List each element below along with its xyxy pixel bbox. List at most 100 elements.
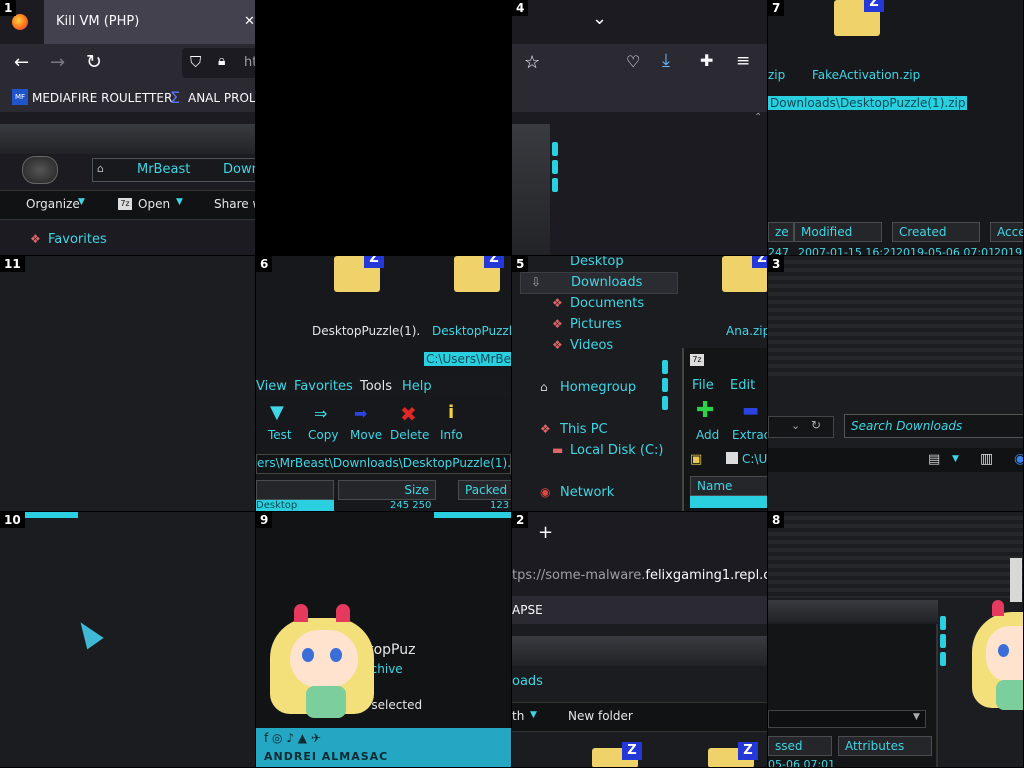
menu-help[interactable]: Help: [402, 379, 432, 394]
share-button[interactable]: th: [512, 709, 524, 723]
help-icon[interactable]: ◉: [1014, 451, 1023, 467]
info-button[interactable]: Info: [440, 428, 463, 442]
new-folder-button[interactable]: New folder: [568, 709, 633, 723]
reload-icon[interactable]: ↻: [86, 51, 102, 73]
breadcrumb-segment-2[interactable]: Down: [223, 162, 255, 177]
tab-list-chevron-icon[interactable]: ⌄: [592, 8, 607, 29]
info-icon: i: [448, 402, 455, 423]
share-button[interactable]: Share w: [214, 197, 255, 211]
row-selected[interactable]: [690, 496, 767, 508]
column-packed[interactable]: Packed S: [458, 480, 511, 500]
url-bar[interactable]: ⛉ 🔒︎ ht: [182, 48, 255, 78]
new-tab-icon[interactable]: +: [538, 522, 553, 543]
copy-button[interactable]: Copy: [308, 428, 338, 442]
social-icons: f ◎ ♪ ▲ ✈: [264, 731, 321, 745]
archive-path: ers\MrBeast\Downloads\DesktopPuzzle(1).z…: [257, 456, 511, 470]
nav-documents[interactable]: Documents: [570, 296, 644, 311]
breadcrumb-segment-2[interactable]: oads: [512, 674, 543, 689]
menu-icon[interactable]: ≡: [736, 51, 750, 71]
character-sticker: [972, 598, 1023, 714]
sevenzip-pathbar[interactable]: ers\MrBeast\Downloads\DesktopPuzzle(1).z…: [256, 454, 511, 474]
test-button[interactable]: Test: [268, 428, 292, 442]
firefox-icon: [12, 14, 28, 30]
add-button[interactable]: Add: [696, 428, 719, 442]
tile-blank: [256, 0, 511, 255]
bookmark-star-icon[interactable]: ☆: [524, 52, 540, 73]
window-edge: [512, 124, 550, 255]
nav-desktop[interactable]: Desktop: [570, 256, 624, 269]
url-text: tps://some-malware.felixgaming1.repl.co: [512, 568, 767, 583]
menu-file[interactable]: File: [692, 378, 714, 393]
column-accessed[interactable]: ssed: [768, 736, 832, 756]
address-dropdown[interactable]: ⌄ ↻: [768, 416, 834, 438]
extract-button[interactable]: Extract: [732, 428, 767, 442]
up-folder-icon[interactable]: ▣: [690, 452, 702, 467]
window-accent: [940, 652, 946, 666]
pocket-icon[interactable]: ♡: [626, 52, 640, 71]
tile-7: 7 Z zip FakeActivation.zip Downloads\Des…: [768, 0, 1023, 255]
delete-icon: ✖: [400, 402, 417, 426]
column-created[interactable]: Created: [892, 222, 980, 242]
browser-tab[interactable]: Kill VM (PHP) ✕: [44, 0, 255, 44]
preview-pane-icon[interactable]: ▥: [980, 451, 993, 467]
bookmark-tail[interactable]: APSE: [512, 603, 543, 617]
column-modified[interactable]: Modified: [794, 222, 882, 242]
nav-pictures[interactable]: Pictures: [570, 317, 621, 332]
search-input[interactable]: Search Downloads: [844, 414, 1023, 438]
tab-close-icon[interactable]: ✕: [244, 14, 255, 29]
selected-row-edge: [434, 512, 511, 518]
explorer-orb-icon: [22, 156, 58, 184]
scrollbar-up-icon[interactable]: ⌃: [754, 112, 762, 123]
menu-favorites[interactable]: Favorites: [294, 379, 353, 394]
selected-row[interactable]: Desktop 245 250 123: [256, 500, 511, 511]
browser-nav-bar-right: ☆ ♡ ⤓ ✚ ≡: [512, 44, 767, 84]
menu-edit[interactable]: Edit: [730, 378, 755, 393]
nav-downloads-selected[interactable]: ⇩ Downloads: [520, 272, 678, 294]
move-icon: ➡: [354, 404, 368, 423]
breadcrumb-segment-1[interactable]: MrBeast: [137, 162, 190, 177]
file-desktoppuzzle[interactable]: DesktopPuzzle.: [432, 324, 511, 338]
file-ana-zip[interactable]: Ana.zip: [726, 324, 767, 338]
open-button[interactable]: Open: [138, 197, 170, 211]
menu-view[interactable]: View: [256, 379, 287, 394]
file-desktoppuzzle-1[interactable]: DesktopPuzzle(1).: [312, 324, 420, 338]
column-name[interactable]: Name: [690, 476, 767, 496]
forward-icon[interactable]: →: [50, 52, 65, 73]
nav-network[interactable]: Network: [560, 485, 614, 500]
window-accent: [662, 360, 668, 374]
extensions-icon[interactable]: ✚: [700, 51, 713, 70]
refresh-icon[interactable]: ↻: [811, 418, 821, 432]
move-button[interactable]: Move: [350, 428, 382, 442]
menu-tools[interactable]: Tools: [360, 379, 392, 394]
column-name[interactable]: [256, 480, 334, 500]
network-icon: ◉: [540, 485, 551, 499]
breadcrumb[interactable]: ⌂ MrBeast Down: [92, 158, 255, 182]
file-fakeactivation[interactable]: FakeActivation.zip: [812, 68, 920, 82]
column-accessed[interactable]: Acce: [990, 222, 1023, 242]
url-bar[interactable]: tps://some-malware.felixgaming1.repl.co: [512, 556, 767, 596]
delete-button[interactable]: Delete: [390, 428, 429, 442]
tile-3: 3 ⌄ ↻ Search Downloads ▤ ▼ ▥ ◉: [768, 256, 1023, 511]
view-options-icon[interactable]: ▤: [928, 452, 940, 467]
bookmark-mediafire[interactable]: MEDIAFIRE ROULETTER: [32, 91, 172, 105]
nav-this-pc[interactable]: This PC: [560, 422, 608, 437]
path-dropdown[interactable]: ▼: [768, 710, 926, 728]
scrollbar[interactable]: [1010, 558, 1022, 602]
url-domain: felixgaming1.repl.co: [645, 568, 767, 583]
tile-9: 9 ktopPuz rchive n selected f ◎ ♪ ▲ ✈ AN…: [256, 512, 511, 767]
nav-videos[interactable]: Videos: [570, 338, 613, 353]
sevenzip-titlebar: [768, 600, 938, 622]
nav-homegroup[interactable]: Homegroup: [560, 380, 636, 395]
nav-favorites[interactable]: Favorites: [48, 232, 107, 247]
column-size[interactable]: Size: [338, 480, 436, 500]
column-attributes[interactable]: Attributes: [838, 736, 932, 756]
file-name-partial[interactable]: zip: [768, 68, 785, 82]
nav-local-disk[interactable]: Local Disk (C:): [570, 443, 663, 458]
bookmark-2[interactable]: ANAL PROLA: [188, 91, 255, 105]
column-size[interactable]: ze: [768, 222, 794, 242]
bookmarks-bar-right: [512, 84, 767, 112]
nav-downloads: Downloads: [571, 275, 643, 290]
organize-button[interactable]: Organize: [26, 197, 80, 211]
downloads-icon[interactable]: ⤓: [662, 50, 670, 71]
back-icon[interactable]: ←: [14, 52, 29, 73]
